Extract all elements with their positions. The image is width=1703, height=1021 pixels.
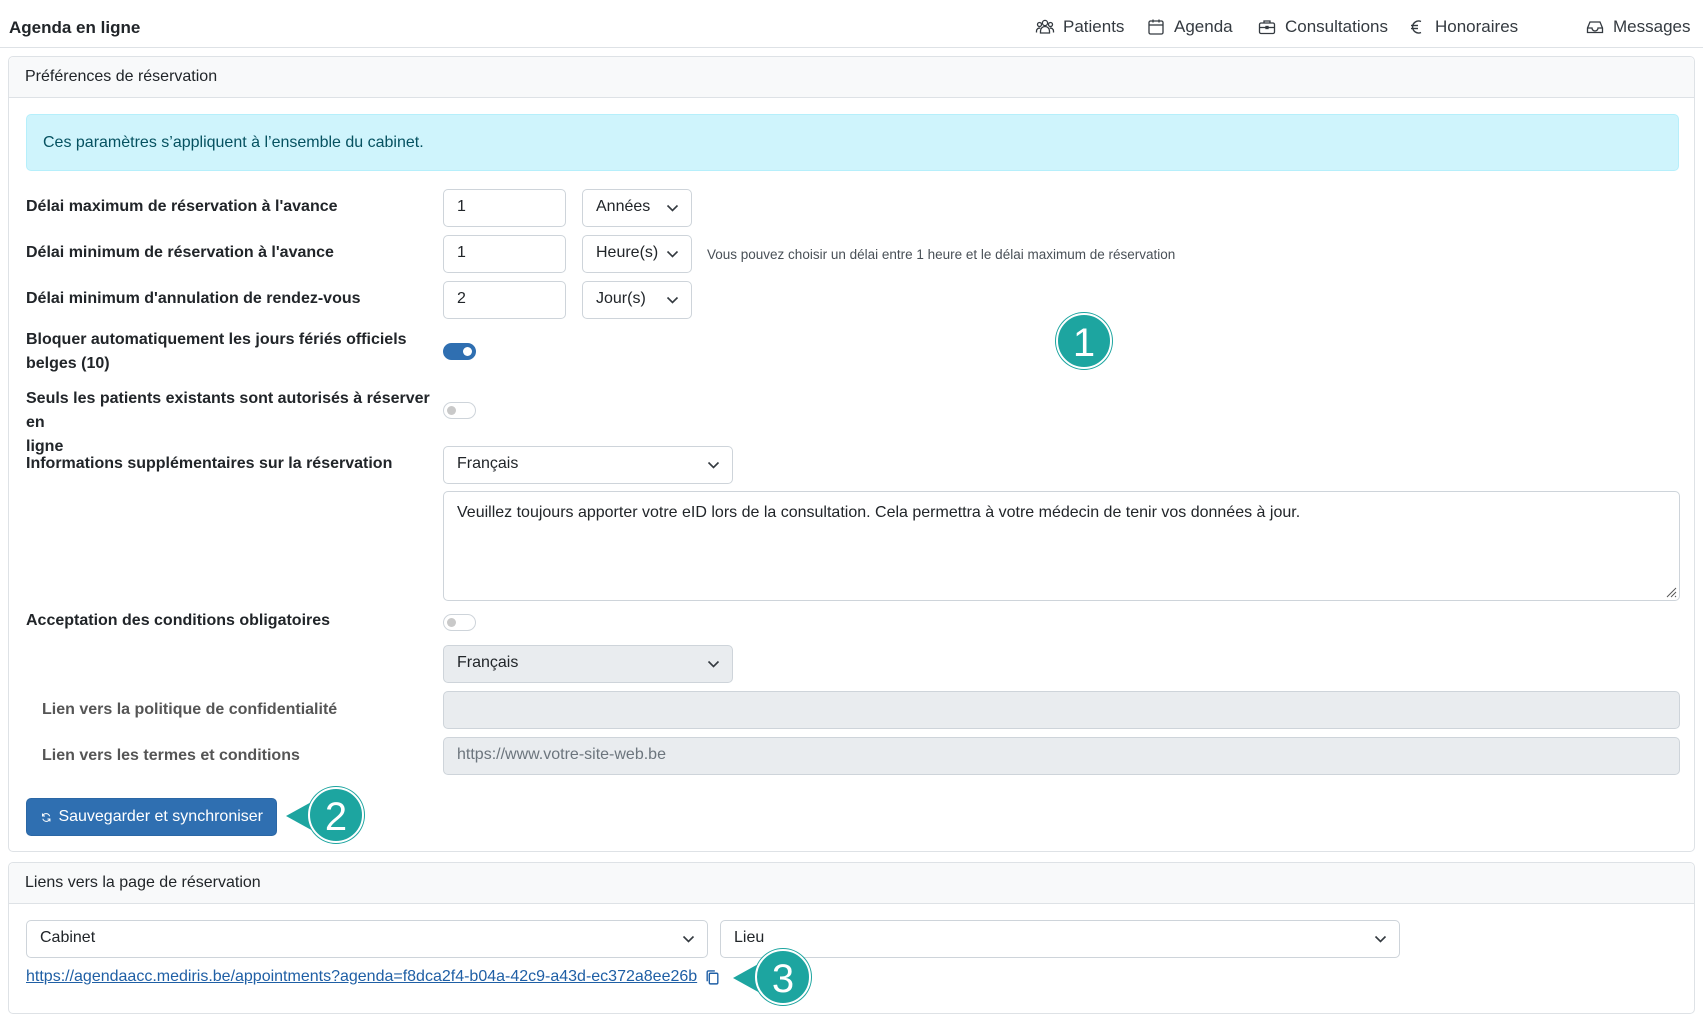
booking-links-card: Liens vers la page de réservation Cabine… bbox=[8, 862, 1695, 1014]
chevron-down-icon bbox=[707, 461, 720, 469]
lieu-select-value: Lieu bbox=[734, 929, 765, 946]
privacy-link-input[interactable] bbox=[443, 691, 1680, 729]
annotation-badge-2: 2 bbox=[308, 787, 364, 843]
booking-url-link[interactable]: https://agendaacc.mediris.be/appointment… bbox=[26, 968, 697, 986]
terms-link-label: Lien vers les termes et conditions bbox=[42, 747, 300, 764]
chevron-down-icon bbox=[707, 660, 720, 668]
terms-link-input[interactable]: https://www.votre-site-web.be bbox=[443, 737, 1680, 775]
chevron-down-icon bbox=[666, 296, 679, 304]
toggle-knob bbox=[463, 347, 472, 356]
nav-honoraires-label: Honoraires bbox=[1435, 17, 1519, 36]
briefcase-icon bbox=[1258, 20, 1276, 35]
top-bar: Agenda en ligne Patients Agenda Consulta… bbox=[0, 0, 1703, 48]
toggle-knob bbox=[447, 618, 456, 627]
nav-messages-label: Messages bbox=[1613, 17, 1691, 36]
booking-links-header: Liens vers la page de réservation bbox=[9, 863, 1694, 904]
cancel-delay-unit-value: Jour(s) bbox=[596, 290, 646, 307]
extra-info-text: Veuillez toujours apporter votre eID lor… bbox=[457, 504, 1301, 521]
extra-info-language-value: Français bbox=[457, 455, 519, 472]
min-delay-unit-value: Heure(s) bbox=[596, 244, 659, 261]
chevron-down-icon bbox=[682, 935, 695, 943]
cabinet-select[interactable]: Cabinet bbox=[26, 920, 708, 958]
preferences-header: Préférences de réservation bbox=[9, 57, 1694, 98]
save-sync-label: Sauvegarder et synchroniser bbox=[58, 808, 263, 825]
existing-only-toggle[interactable] bbox=[443, 402, 476, 419]
block-holidays-label: Bloquer automatiquement les jours fériés… bbox=[26, 328, 426, 376]
nav-agenda[interactable]: Agenda bbox=[1146, 17, 1233, 37]
existing-only-label-line1: Seuls les patients existants sont autori… bbox=[26, 390, 430, 431]
conditions-language-value: Français bbox=[457, 654, 519, 671]
lieu-select[interactable]: Lieu bbox=[720, 920, 1400, 958]
nav-consultations-label: Consultations bbox=[1285, 17, 1389, 36]
conditions-language-select[interactable]: Français bbox=[443, 645, 733, 683]
preferences-card: Préférences de réservation Ces paramètre… bbox=[8, 56, 1695, 852]
nav-agenda-label: Agenda bbox=[1174, 17, 1233, 36]
min-delay-hint: Vous pouvez choisir un délai entre 1 heu… bbox=[707, 247, 1176, 262]
privacy-link-label: Lien vers la politique de confidentialit… bbox=[42, 701, 338, 718]
inbox-icon bbox=[1586, 21, 1604, 34]
cabinet-select-value: Cabinet bbox=[40, 929, 96, 946]
toggle-knob bbox=[447, 406, 456, 415]
euro-icon bbox=[1411, 20, 1422, 34]
cancel-delay-label: Délai minimum d'annulation de rendez-vou… bbox=[26, 290, 361, 307]
nav-consultations[interactable]: Consultations bbox=[1257, 17, 1388, 37]
block-holidays-label-line2: belges (10) bbox=[26, 355, 110, 372]
chevron-down-icon bbox=[666, 250, 679, 258]
max-delay-label: Délai maximum de réservation à l'avance bbox=[26, 198, 338, 215]
extra-info-language-select[interactable]: Français bbox=[443, 446, 733, 484]
cancel-delay-unit-select[interactable]: Jour(s) bbox=[582, 281, 692, 319]
copy-icon[interactable] bbox=[704, 969, 721, 986]
chevron-down-icon bbox=[1374, 935, 1387, 943]
extra-info-textarea[interactable]: Veuillez toujours apporter votre eID lor… bbox=[443, 491, 1680, 601]
existing-only-label: Seuls les patients existants sont autori… bbox=[26, 387, 436, 459]
nav-honoraires[interactable]: Honoraires bbox=[1407, 17, 1518, 37]
conditions-toggle[interactable] bbox=[443, 614, 476, 631]
conditions-label: Acceptation des conditions obligatoires bbox=[26, 612, 331, 629]
block-holidays-label-line1: Bloquer automatiquement les jours fériés… bbox=[26, 331, 407, 348]
max-delay-unit-select[interactable]: Années bbox=[582, 189, 692, 227]
sync-icon bbox=[41, 812, 51, 822]
main-nav: Patients Agenda Consultations Honoraires… bbox=[1003, 17, 1703, 41]
min-delay-input[interactable]: 1 bbox=[443, 235, 566, 273]
extra-info-label: Informations supplémentaires sur la rése… bbox=[26, 455, 393, 472]
resize-grip-icon[interactable] bbox=[1665, 586, 1677, 598]
min-delay-label: Délai minimum de réservation à l'avance bbox=[26, 244, 334, 261]
users-icon bbox=[1035, 19, 1055, 34]
annotation-badge-1: 1 bbox=[1056, 313, 1112, 369]
nav-patients-label: Patients bbox=[1063, 17, 1125, 36]
min-delay-unit-select[interactable]: Heure(s) bbox=[582, 235, 692, 273]
nav-messages[interactable]: Messages bbox=[1585, 17, 1690, 37]
cancel-delay-input[interactable]: 2 bbox=[443, 281, 566, 319]
nav-patients[interactable]: Patients bbox=[1035, 17, 1124, 37]
calendar-icon bbox=[1148, 19, 1164, 35]
app-title: Agenda en ligne bbox=[9, 18, 141, 37]
block-holidays-toggle[interactable] bbox=[443, 343, 476, 360]
info-alert: Ces paramètres s’appliquent à l’ensemble… bbox=[26, 114, 1679, 171]
save-sync-button[interactable]: Sauvegarder et synchroniser bbox=[26, 798, 277, 836]
annotation-badge-3: 3 bbox=[755, 949, 811, 1005]
chevron-down-icon bbox=[666, 204, 679, 212]
max-delay-input[interactable]: 1 bbox=[443, 189, 566, 227]
max-delay-unit-value: Années bbox=[596, 198, 651, 215]
